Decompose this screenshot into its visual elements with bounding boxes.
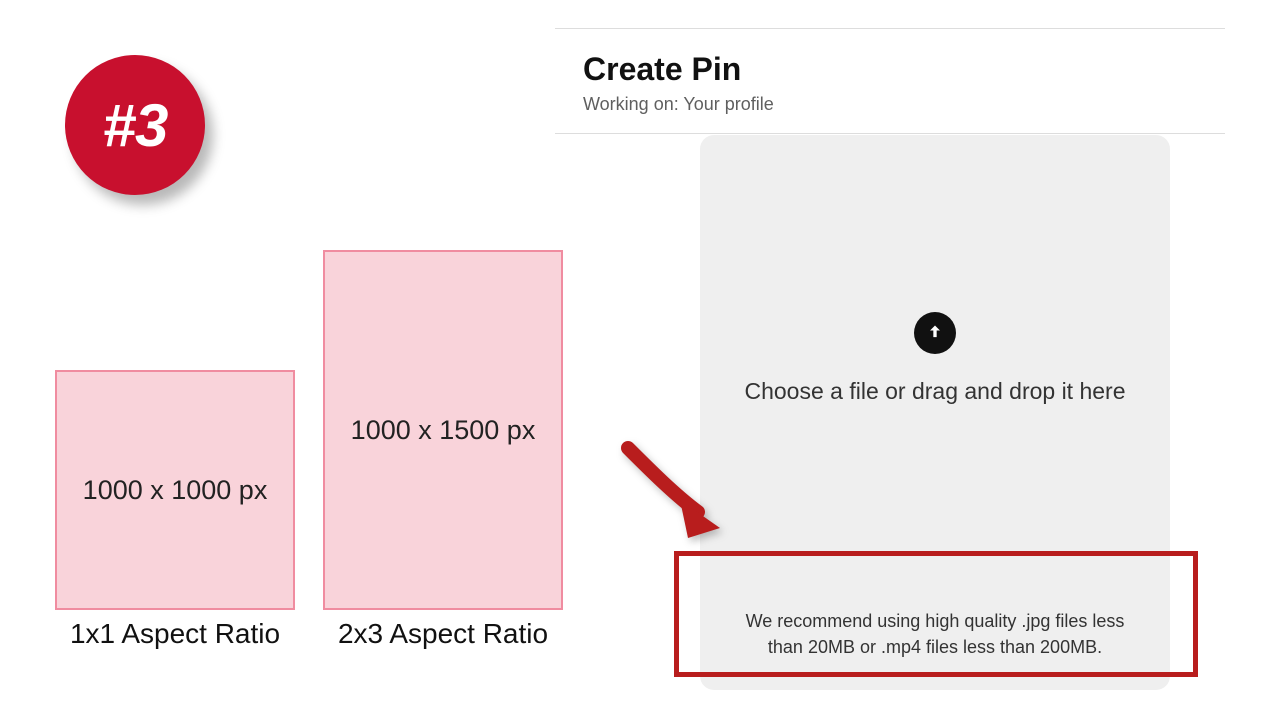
create-pin-subtitle: Working on: Your profile [583, 94, 1225, 115]
upload-recommendation-text: We recommend using high quality .jpg fil… [700, 584, 1170, 690]
aspect-card-1x1-dim: 1000 x 1000 px [83, 475, 268, 506]
create-pin-title: Create Pin [583, 51, 1225, 88]
upload-dropzone-body: Choose a file or drag and drop it here [700, 135, 1170, 584]
aspect-card-2x3-dim: 1000 x 1500 px [351, 415, 536, 446]
tip-number-badge: #3 [65, 55, 205, 195]
upload-dropzone[interactable]: Choose a file or drag and drop it here W… [700, 135, 1170, 690]
aspect-card-2x3-label: 2x3 Aspect Ratio [323, 618, 563, 650]
upload-instruction-text: Choose a file or drag and drop it here [744, 376, 1125, 407]
aspect-card-1x1-label: 1x1 Aspect Ratio [55, 618, 295, 650]
tip-number-text: #3 [103, 91, 168, 160]
create-pin-header: Create Pin Working on: Your profile [555, 28, 1225, 134]
aspect-card-2x3: 1000 x 1500 px [323, 250, 563, 610]
upload-arrow-icon [914, 312, 956, 354]
aspect-ratio-labels: 1x1 Aspect Ratio 2x3 Aspect Ratio [55, 618, 563, 650]
red-arrow-icon [620, 440, 740, 540]
aspect-card-1x1: 1000 x 1000 px [55, 370, 295, 610]
aspect-ratio-cards: 1000 x 1000 px 1000 x 1500 px [55, 250, 563, 610]
